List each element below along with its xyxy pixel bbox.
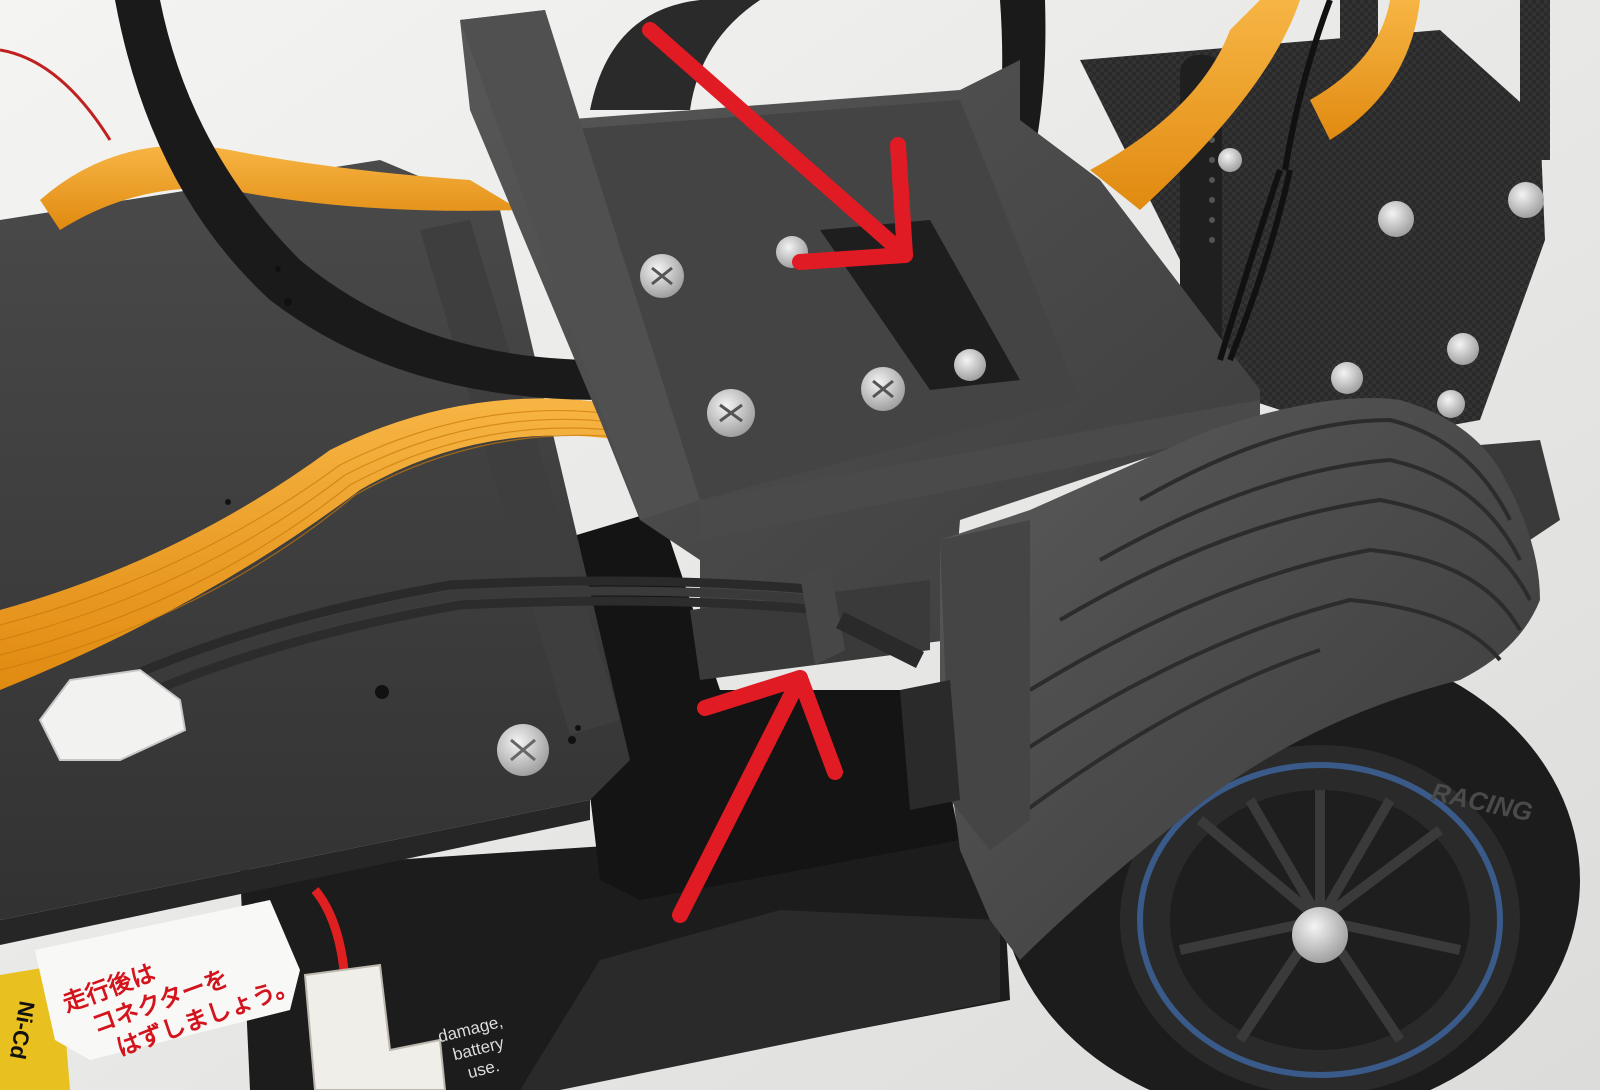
carbon-post-2 (1520, 0, 1550, 160)
steering-block (900, 680, 960, 810)
rc-car-chassis-photo: RACING Ni-Cd 走行後は コネクターを はずしましょう。 damage… (0, 0, 1600, 1090)
